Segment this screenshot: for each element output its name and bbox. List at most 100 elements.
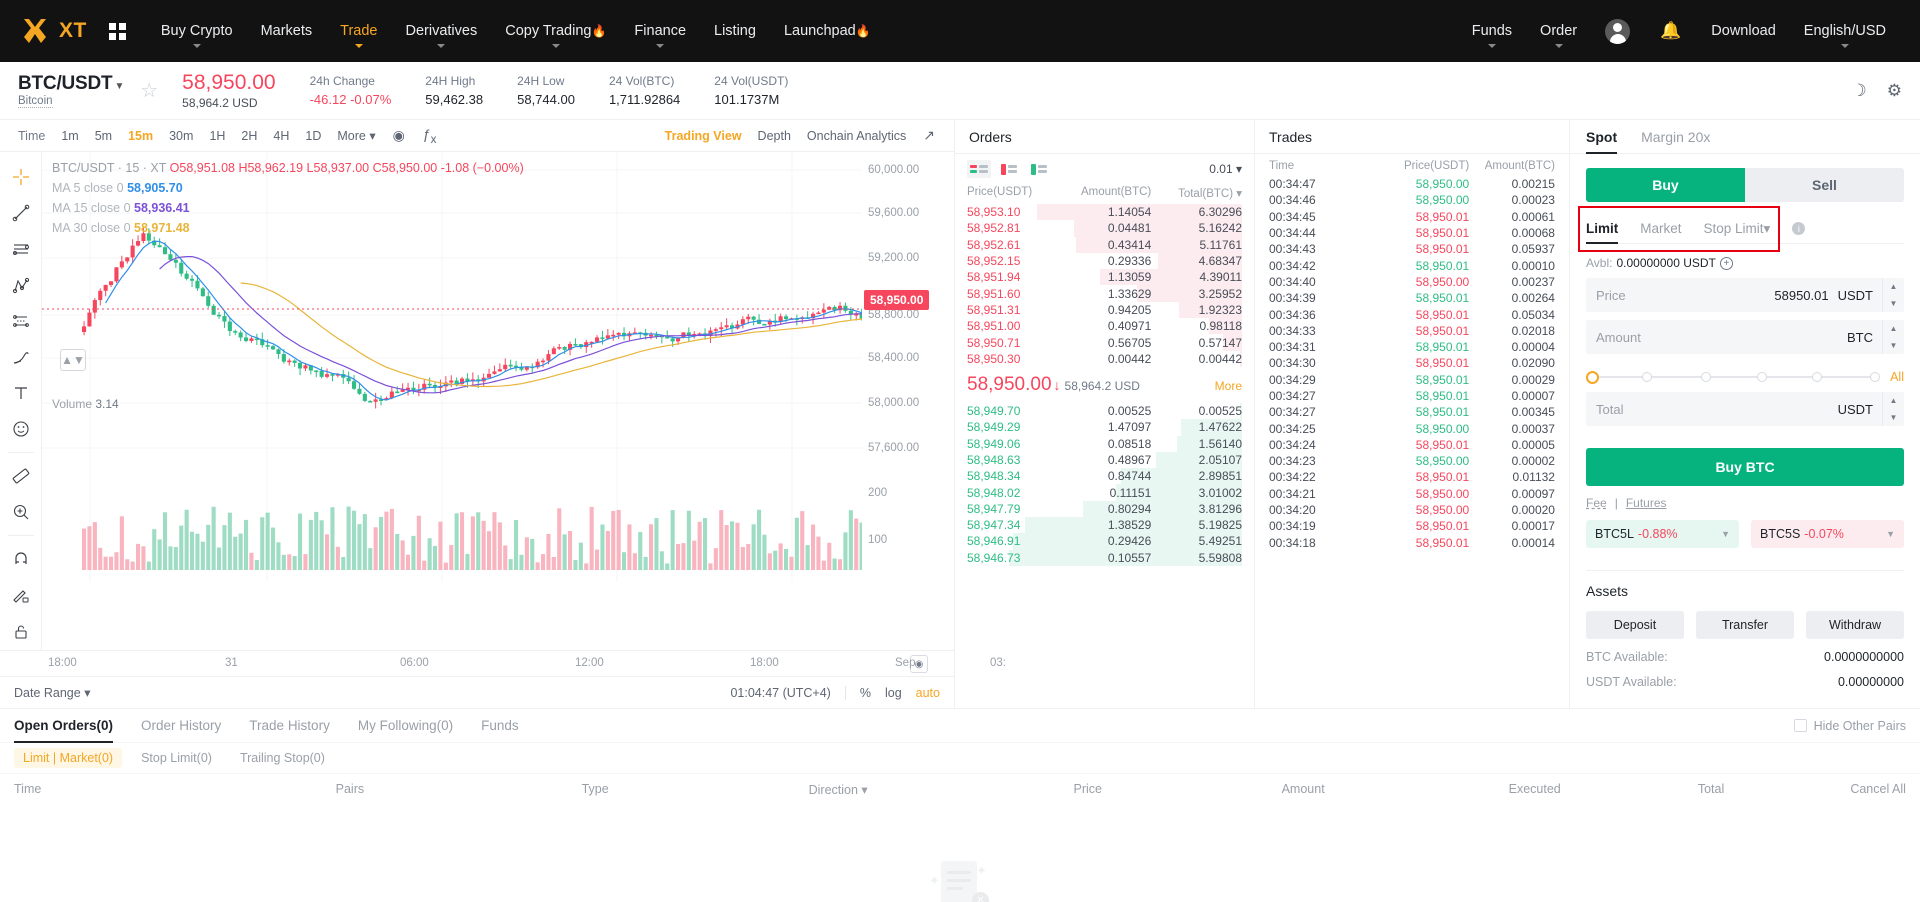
- auto-scale-toggle[interactable]: auto: [916, 686, 940, 700]
- orderbook-row[interactable]: 58,947.34 1.38529 5.19825: [955, 517, 1254, 534]
- bottom-subtab-trailing-stop-0-[interactable]: Trailing Stop(0): [231, 748, 334, 768]
- buy-btc-button[interactable]: Buy BTC: [1586, 448, 1904, 486]
- crosshair-icon[interactable]: [4, 160, 38, 194]
- orderbook-row[interactable]: 58,951.31 0.94205 1.92323: [955, 301, 1254, 319]
- orderbook-tick-size-selector[interactable]: 0.01 ▾: [1209, 162, 1242, 176]
- slider-knob-25[interactable]: [1641, 372, 1652, 382]
- leverage-token-btc5l[interactable]: BTC5L -0.88% ▼: [1586, 520, 1739, 548]
- withdraw-button[interactable]: Withdraw: [1806, 611, 1904, 639]
- slider-knob-75[interactable]: [1756, 372, 1767, 382]
- brush-icon[interactable]: [4, 340, 38, 374]
- nav-item-order[interactable]: Order: [1526, 0, 1591, 62]
- fib-retracement-icon[interactable]: [4, 304, 38, 338]
- orderbook-more-link[interactable]: More: [1215, 379, 1242, 393]
- bottom-subtab-stop-limit-0-[interactable]: Stop Limit(0): [132, 748, 221, 768]
- tab-spot[interactable]: Spot: [1586, 120, 1618, 154]
- price-axis[interactable]: 60,000.00 59,600.00 59,200.00 58,800.00 58,4…: [862, 152, 954, 650]
- price-input-field[interactable]: Price 58950.01 USDT ▲ ▼: [1586, 278, 1904, 312]
- chart-tab-depth[interactable]: Depth: [750, 129, 799, 143]
- orderbook-row[interactable]: 58,952.15 0.29336 4.68347: [955, 252, 1254, 270]
- log-scale-toggle[interactable]: log: [885, 686, 902, 700]
- apps-grid-icon[interactable]: [108, 22, 127, 40]
- amount-stepper[interactable]: ▲ ▼: [1882, 320, 1904, 354]
- orderbook-row[interactable]: 58,946.91 0.29426 5.49251: [955, 533, 1254, 550]
- price-chart-plot[interactable]: BTC/USDT · 15 · XT O58,951.08 H58,962.19…: [42, 152, 862, 650]
- download-link[interactable]: Download: [1697, 0, 1790, 62]
- orderbook-row[interactable]: 58,949.06 0.08518 1.56140: [955, 435, 1254, 452]
- nav-item-finance[interactable]: Finance: [620, 0, 700, 62]
- orderbook-row[interactable]: 58,952.81 0.04481 5.16242: [955, 220, 1254, 237]
- column-direction[interactable]: Direction ▾: [809, 782, 1074, 797]
- info-icon[interactable]: i: [1792, 222, 1806, 235]
- futures-link[interactable]: Futures: [1626, 496, 1667, 510]
- pair-selector[interactable]: BTC/USDT ▼ Bitcoin: [18, 73, 124, 108]
- bottom-tab-trade-history[interactable]: Trade History: [249, 709, 330, 743]
- nav-item-copy-trading[interactable]: Copy Trading🔥: [491, 0, 620, 62]
- timeframe-1D[interactable]: 1D: [297, 129, 329, 143]
- timeframe-2H[interactable]: 2H: [233, 129, 265, 143]
- orderbook-view-asks-icon[interactable]: [997, 160, 1021, 178]
- timeframe-4H[interactable]: 4H: [265, 129, 297, 143]
- fullscreen-icon[interactable]: ↗: [914, 127, 944, 144]
- chart-tab-onchain-analytics[interactable]: Onchain Analytics: [799, 129, 914, 143]
- orderbook-row[interactable]: 58,951.60 1.33629 3.25952: [955, 285, 1254, 302]
- timeframe-5m[interactable]: 5m: [87, 129, 120, 143]
- timeframe-1H[interactable]: 1H: [201, 129, 233, 143]
- orderbook-row[interactable]: 58,948.63 0.48967 2.05107: [955, 451, 1254, 469]
- orderbook-row[interactable]: 58,953.10 1.14054 6.30296: [955, 204, 1254, 221]
- column-cancel-all[interactable]: Cancel All: [1811, 782, 1906, 797]
- nav-item-buy-crypto[interactable]: Buy Crypto: [147, 0, 247, 62]
- orderbook-row[interactable]: 58,949.70 0.00525 0.00525: [955, 402, 1254, 420]
- amount-percent-slider[interactable]: [1586, 370, 1880, 384]
- bottom-tab-open-orders-0-[interactable]: Open Orders(0): [14, 709, 114, 743]
- xt-logo[interactable]: XT: [20, 16, 87, 46]
- tab-margin-20x[interactable]: Margin 20x: [1641, 120, 1710, 154]
- nav-item-markets[interactable]: Markets: [247, 0, 327, 62]
- time-axis[interactable]: ◉ 18:00 31 06:00 12:00 18:00 Sep 03:: [0, 650, 1006, 676]
- text-tool-icon[interactable]: [4, 376, 38, 410]
- hide-other-pairs-toggle[interactable]: Hide Other Pairs: [1793, 719, 1906, 733]
- orderbook-row[interactable]: 58,951.00 0.40971 0.98118: [955, 318, 1254, 335]
- order-type-stop-limit[interactable]: Stop Limit ▾: [1704, 214, 1771, 244]
- slider-knob-90[interactable]: [1812, 372, 1823, 382]
- zoom-in-icon[interactable]: [4, 495, 38, 529]
- measure-ruler-icon[interactable]: [4, 459, 38, 493]
- buy-tab[interactable]: Buy: [1586, 168, 1745, 202]
- orderbook-row[interactable]: 58,950.30 0.00442 0.00442: [955, 350, 1254, 367]
- order-type-market[interactable]: Market: [1640, 214, 1681, 244]
- timeframe-15m[interactable]: 15m: [120, 129, 161, 143]
- notification-bell-icon[interactable]: 🔔: [1660, 21, 1681, 41]
- nav-item-launchpad[interactable]: Launchpad🔥: [770, 0, 885, 62]
- lock-icon[interactable]: [4, 614, 38, 648]
- orderbook-row[interactable]: 58,948.02 0.11151 3.01002: [955, 484, 1254, 501]
- price-stepper[interactable]: ▲ ▼: [1882, 278, 1904, 312]
- bottom-tab-my-following-0-[interactable]: My Following(0): [358, 709, 453, 743]
- slider-knob-50[interactable]: [1700, 372, 1711, 382]
- orderbook-row[interactable]: 58,950.71 0.56705 0.57147: [955, 334, 1254, 351]
- orderbook-row[interactable]: 58,948.34 0.84744 2.89851: [955, 468, 1254, 485]
- timeframe-30m[interactable]: 30m: [161, 129, 201, 143]
- slider-knob-0[interactable]: [1586, 370, 1599, 384]
- bottom-tab-funds[interactable]: Funds: [481, 709, 519, 743]
- emoji-icon[interactable]: [4, 412, 38, 446]
- orderbook-row[interactable]: 58,951.94 1.13059 4.39011: [955, 269, 1254, 286]
- nav-item-listing[interactable]: Listing: [700, 0, 770, 62]
- magnet-icon[interactable]: [4, 542, 38, 576]
- leverage-token-btc5s[interactable]: BTC5S -0.07% ▼: [1751, 520, 1904, 548]
- amount-input-field[interactable]: Amount BTC ▲ ▼: [1586, 320, 1904, 354]
- nav-item-derivatives[interactable]: Derivatives: [392, 0, 492, 62]
- horizontal-lines-icon[interactable]: [4, 232, 38, 266]
- user-avatar-icon[interactable]: [1605, 18, 1631, 44]
- orderbook-view-bids-icon[interactable]: [1027, 160, 1051, 178]
- slider-knob-100[interactable]: [1869, 372, 1880, 382]
- dark-mode-icon[interactable]: ☽: [1852, 81, 1867, 101]
- trend-line-icon[interactable]: [4, 196, 38, 230]
- orderbook-view-both-icon[interactable]: [967, 160, 991, 178]
- sell-tab[interactable]: Sell: [1745, 168, 1904, 202]
- timeframe-1m[interactable]: 1m: [53, 129, 86, 143]
- pencil-lock-icon[interactable]: [4, 578, 38, 612]
- slider-all-label[interactable]: All: [1890, 370, 1904, 384]
- chart-tab-trading-view[interactable]: Trading View: [657, 129, 750, 143]
- nav-item-funds[interactable]: Funds: [1458, 0, 1526, 62]
- indicator-settings-icon[interactable]: ◉: [384, 127, 414, 144]
